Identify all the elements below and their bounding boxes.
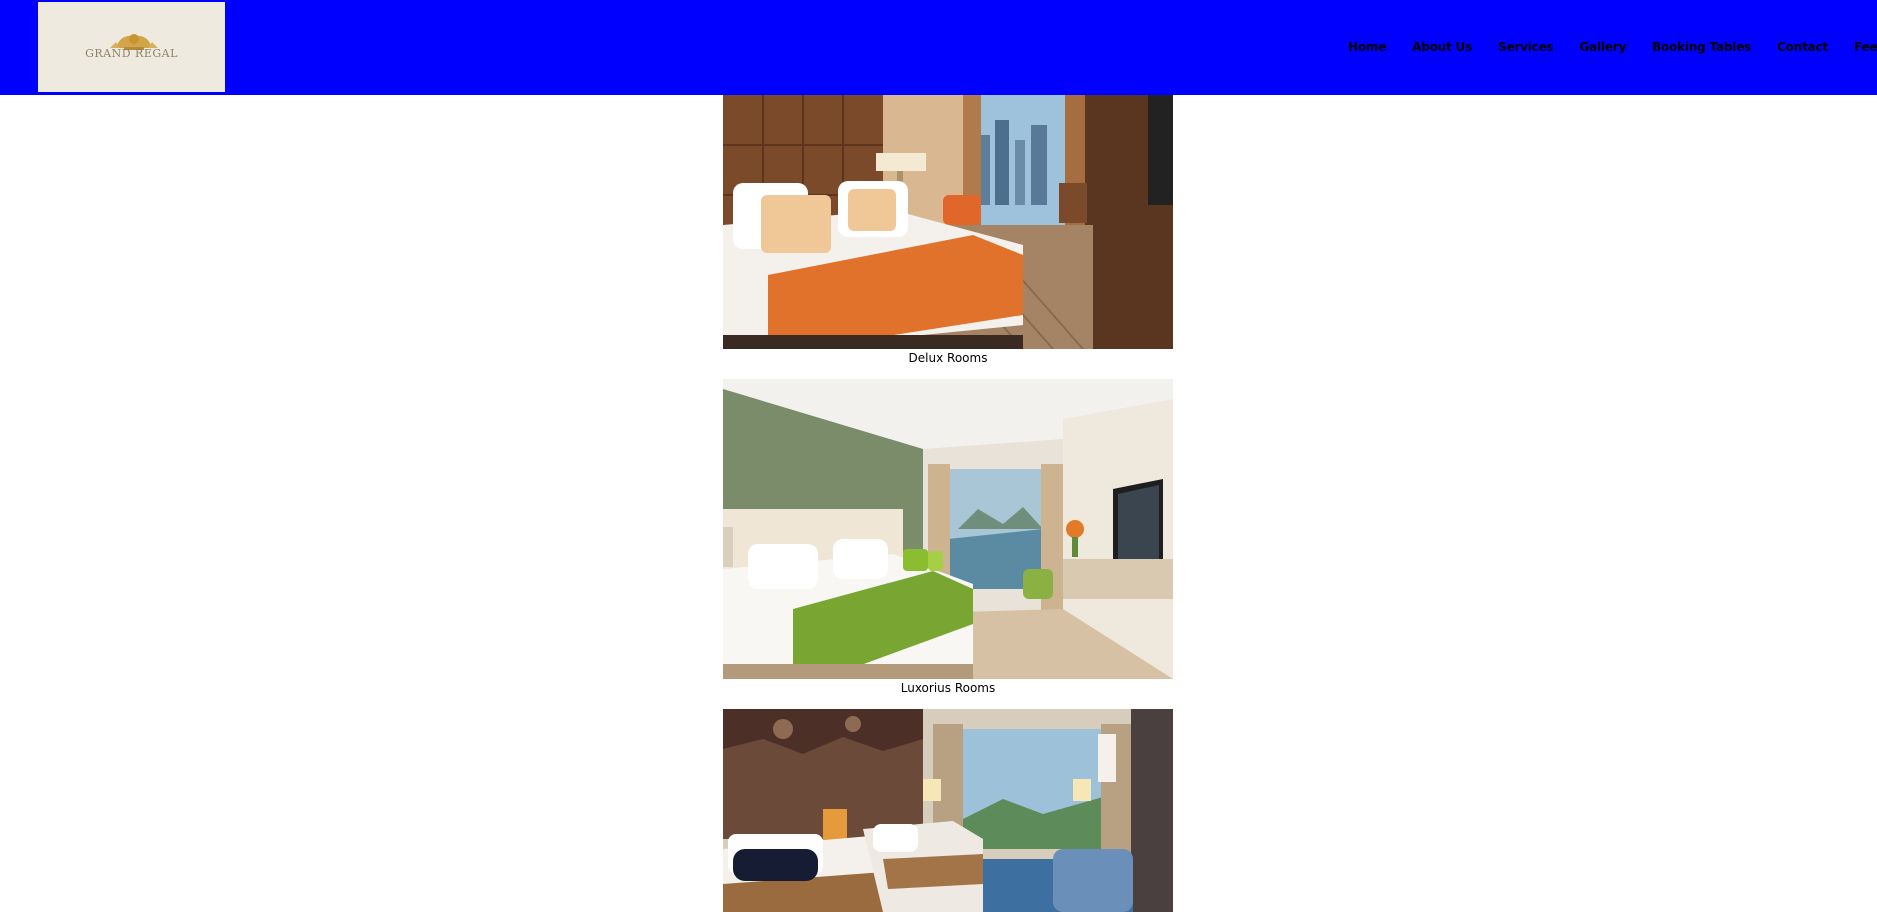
nav-booking-tables[interactable]: Booking Tables [1652, 40, 1751, 58]
site-header: GRAND REGAL Home About Us Services Galle… [0, 0, 1877, 95]
nav-home[interactable]: Home [1348, 40, 1386, 58]
main-nav: Home About Us Services Gallery Booking T… [1348, 40, 1877, 58]
nav-feedback[interactable]: Feedback [1854, 40, 1877, 58]
nav-services[interactable]: Services [1498, 40, 1554, 58]
room-caption-deluxe: Delux Rooms [908, 351, 988, 365]
nav-gallery[interactable]: Gallery [1579, 40, 1626, 58]
room-photo-deluxe [723, 95, 1173, 349]
logo-text: GRAND REGAL [85, 47, 178, 60]
page: GRAND REGAL Home About Us Services Galle… [0, 0, 1877, 912]
nav-contact[interactable]: Contact [1777, 40, 1828, 58]
room-photo-luxury [723, 379, 1173, 679]
nav-about-us[interactable]: About Us [1412, 40, 1472, 58]
room-caption-luxury: Luxorius Rooms [900, 681, 996, 695]
logo[interactable]: GRAND REGAL [38, 2, 225, 92]
room-photo-suite [723, 709, 1173, 912]
